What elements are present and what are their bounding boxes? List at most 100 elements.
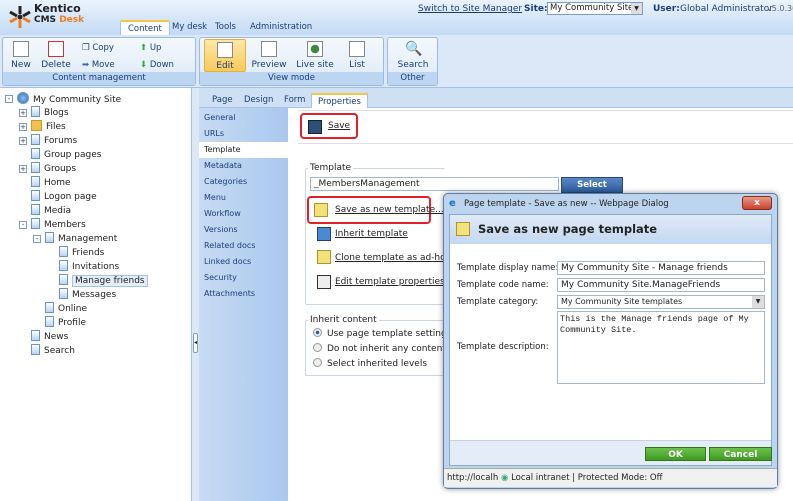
tab-tools[interactable]: Tools xyxy=(208,20,243,35)
page-icon xyxy=(59,288,68,299)
tree-node[interactable]: Blogs xyxy=(31,106,69,119)
properties-menu-item[interactable]: Related docs xyxy=(199,238,288,254)
tree-node[interactable]: Manage friends xyxy=(59,274,148,287)
description-textarea[interactable]: This is the Manage friends page of My Co… xyxy=(557,311,765,384)
close-button[interactable]: x xyxy=(742,196,772,210)
intranet-globe-icon: ◉ xyxy=(500,473,509,483)
properties-menu-item[interactable]: Versions xyxy=(199,222,288,238)
collapse-icon[interactable]: - xyxy=(5,95,13,103)
properties-menu-item[interactable]: Attachments xyxy=(199,286,288,302)
splitter[interactable] xyxy=(192,88,199,501)
edit-button[interactable]: Edit xyxy=(204,39,246,72)
copy-button[interactable]: ❐ Copy xyxy=(82,43,114,53)
properties-menu-item[interactable]: URLs xyxy=(199,126,288,142)
ok-button[interactable]: OK xyxy=(645,447,706,461)
code-name-label: Template code name: xyxy=(457,280,549,290)
tree-node-label: Blogs xyxy=(44,108,69,118)
tree-node[interactable]: Profile xyxy=(45,316,86,329)
clone-template-link[interactable]: Clone template as ad-hoc xyxy=(335,253,451,263)
tab-my-desk[interactable]: My desk xyxy=(165,20,214,35)
page-icon xyxy=(31,218,40,229)
select-button[interactable]: Select xyxy=(561,177,623,193)
properties-menu-item[interactable]: General xyxy=(199,110,288,126)
tree-node-label: My Community Site xyxy=(33,95,122,105)
radio-do-not-inherit[interactable]: Do not inherit any content xyxy=(313,343,446,354)
up-button[interactable]: ⬆ Up xyxy=(140,43,161,53)
tree-node[interactable]: Management xyxy=(45,232,117,245)
save-as-new-template-link[interactable]: Save as new template... xyxy=(335,205,444,215)
list-button[interactable]: List xyxy=(344,41,370,70)
expand-icon[interactable]: + xyxy=(19,137,27,145)
tree-node[interactable]: My Community Site xyxy=(17,92,121,105)
tree-node[interactable]: Files xyxy=(31,120,66,133)
tree-node[interactable]: Invitations xyxy=(59,260,119,273)
tab-properties[interactable]: Properties xyxy=(311,93,368,108)
list-label: List xyxy=(349,60,365,70)
tree-node[interactable]: Groups xyxy=(31,162,76,175)
site-select[interactable]: My Community Site ▼ xyxy=(547,2,643,15)
tab-administration[interactable]: Administration xyxy=(243,20,319,35)
dialog-status-bar: http://localh ◉ Local intranet | Protect… xyxy=(444,468,777,487)
down-button[interactable]: ⬇ Down xyxy=(140,60,174,70)
radio-use-page-template-settings[interactable]: Use page template settings xyxy=(313,328,451,339)
page-icon xyxy=(45,232,54,243)
tree-node[interactable]: Home xyxy=(31,176,71,189)
category-value: My Community Site templates xyxy=(561,297,683,306)
cancel-button[interactable]: Cancel xyxy=(709,447,772,461)
page-icon xyxy=(45,316,54,327)
collapse-icon[interactable]: - xyxy=(19,221,27,229)
delete-button[interactable]: Delete xyxy=(40,41,72,70)
tab-content[interactable]: Content xyxy=(120,20,170,35)
properties-menu-item[interactable]: Template xyxy=(199,142,288,158)
tab-page[interactable]: Page xyxy=(206,93,239,108)
tree-node[interactable]: Forums xyxy=(31,134,77,147)
tree-node[interactable]: Group pages xyxy=(31,148,101,161)
save-button[interactable]: Save xyxy=(300,113,358,139)
tab-form[interactable]: Form xyxy=(278,93,311,108)
properties-menu-item[interactable]: Linked docs xyxy=(199,254,288,270)
expand-icon[interactable]: + xyxy=(19,123,27,131)
tree-node-label: Friends xyxy=(72,248,105,258)
search-label: Search xyxy=(397,60,429,70)
switch-to-site-manager-link[interactable]: Switch to Site Manager xyxy=(418,4,522,14)
tab-design[interactable]: Design xyxy=(238,93,279,108)
properties-menu-item[interactable]: Metadata xyxy=(199,158,288,174)
radio-select-inherited-levels[interactable]: Select inherited levels xyxy=(313,358,427,369)
live-site-button[interactable]: Live site xyxy=(294,41,336,70)
tree-node[interactable]: Online xyxy=(45,302,87,315)
code-name-input[interactable]: My Community Site.ManageFriends xyxy=(557,278,765,292)
tree-node[interactable]: Friends xyxy=(59,246,104,259)
properties-menu-item[interactable]: Categories xyxy=(199,174,288,190)
edit-template-properties-link[interactable]: Edit template properties xyxy=(335,277,445,287)
expand-icon[interactable]: + xyxy=(19,165,27,173)
page-icon xyxy=(45,302,54,313)
properties-menu-item[interactable]: Workflow xyxy=(199,206,288,222)
template-input[interactable]: _MembersManagement xyxy=(310,177,559,191)
tree-node[interactable]: Logon page xyxy=(31,190,97,203)
header: Kentico CMS Desk Switch to Site Manager … xyxy=(0,0,793,35)
new-button[interactable]: New xyxy=(9,41,33,70)
preview-button[interactable]: Preview xyxy=(250,41,288,70)
move-label: Move xyxy=(91,60,115,70)
save-template-icon xyxy=(314,203,328,217)
search-button[interactable]: 🔍 Search xyxy=(394,41,432,70)
tree-node[interactable]: Messages xyxy=(59,288,116,301)
inherit-template-link[interactable]: Inherit template xyxy=(335,229,408,239)
tree-node[interactable]: Search xyxy=(31,344,75,357)
dialog-footer: OK Cancel xyxy=(450,440,772,465)
tree-node-label: Groups xyxy=(44,164,77,174)
tree-node[interactable]: News xyxy=(31,330,68,343)
collapse-icon[interactable]: - xyxy=(33,235,41,243)
move-button[interactable]: ➡ Move xyxy=(82,60,115,70)
tree-node[interactable]: Media xyxy=(31,204,71,217)
preview-label: Preview xyxy=(251,60,287,70)
tree-node[interactable]: Members xyxy=(31,218,86,231)
radio-label: Do not inherit any content xyxy=(327,344,446,354)
properties-menu-item[interactable]: Security xyxy=(199,270,288,286)
properties-menu-item[interactable]: Menu xyxy=(199,190,288,206)
display-name-input[interactable]: My Community Site - Manage friends xyxy=(557,261,765,275)
category-select[interactable]: My Community Site templates ▼ xyxy=(557,295,765,309)
expand-icon[interactable]: + xyxy=(19,109,27,117)
tree-node-label: Home xyxy=(44,178,71,188)
collapse-tree-handle[interactable]: ◂ xyxy=(193,333,198,353)
